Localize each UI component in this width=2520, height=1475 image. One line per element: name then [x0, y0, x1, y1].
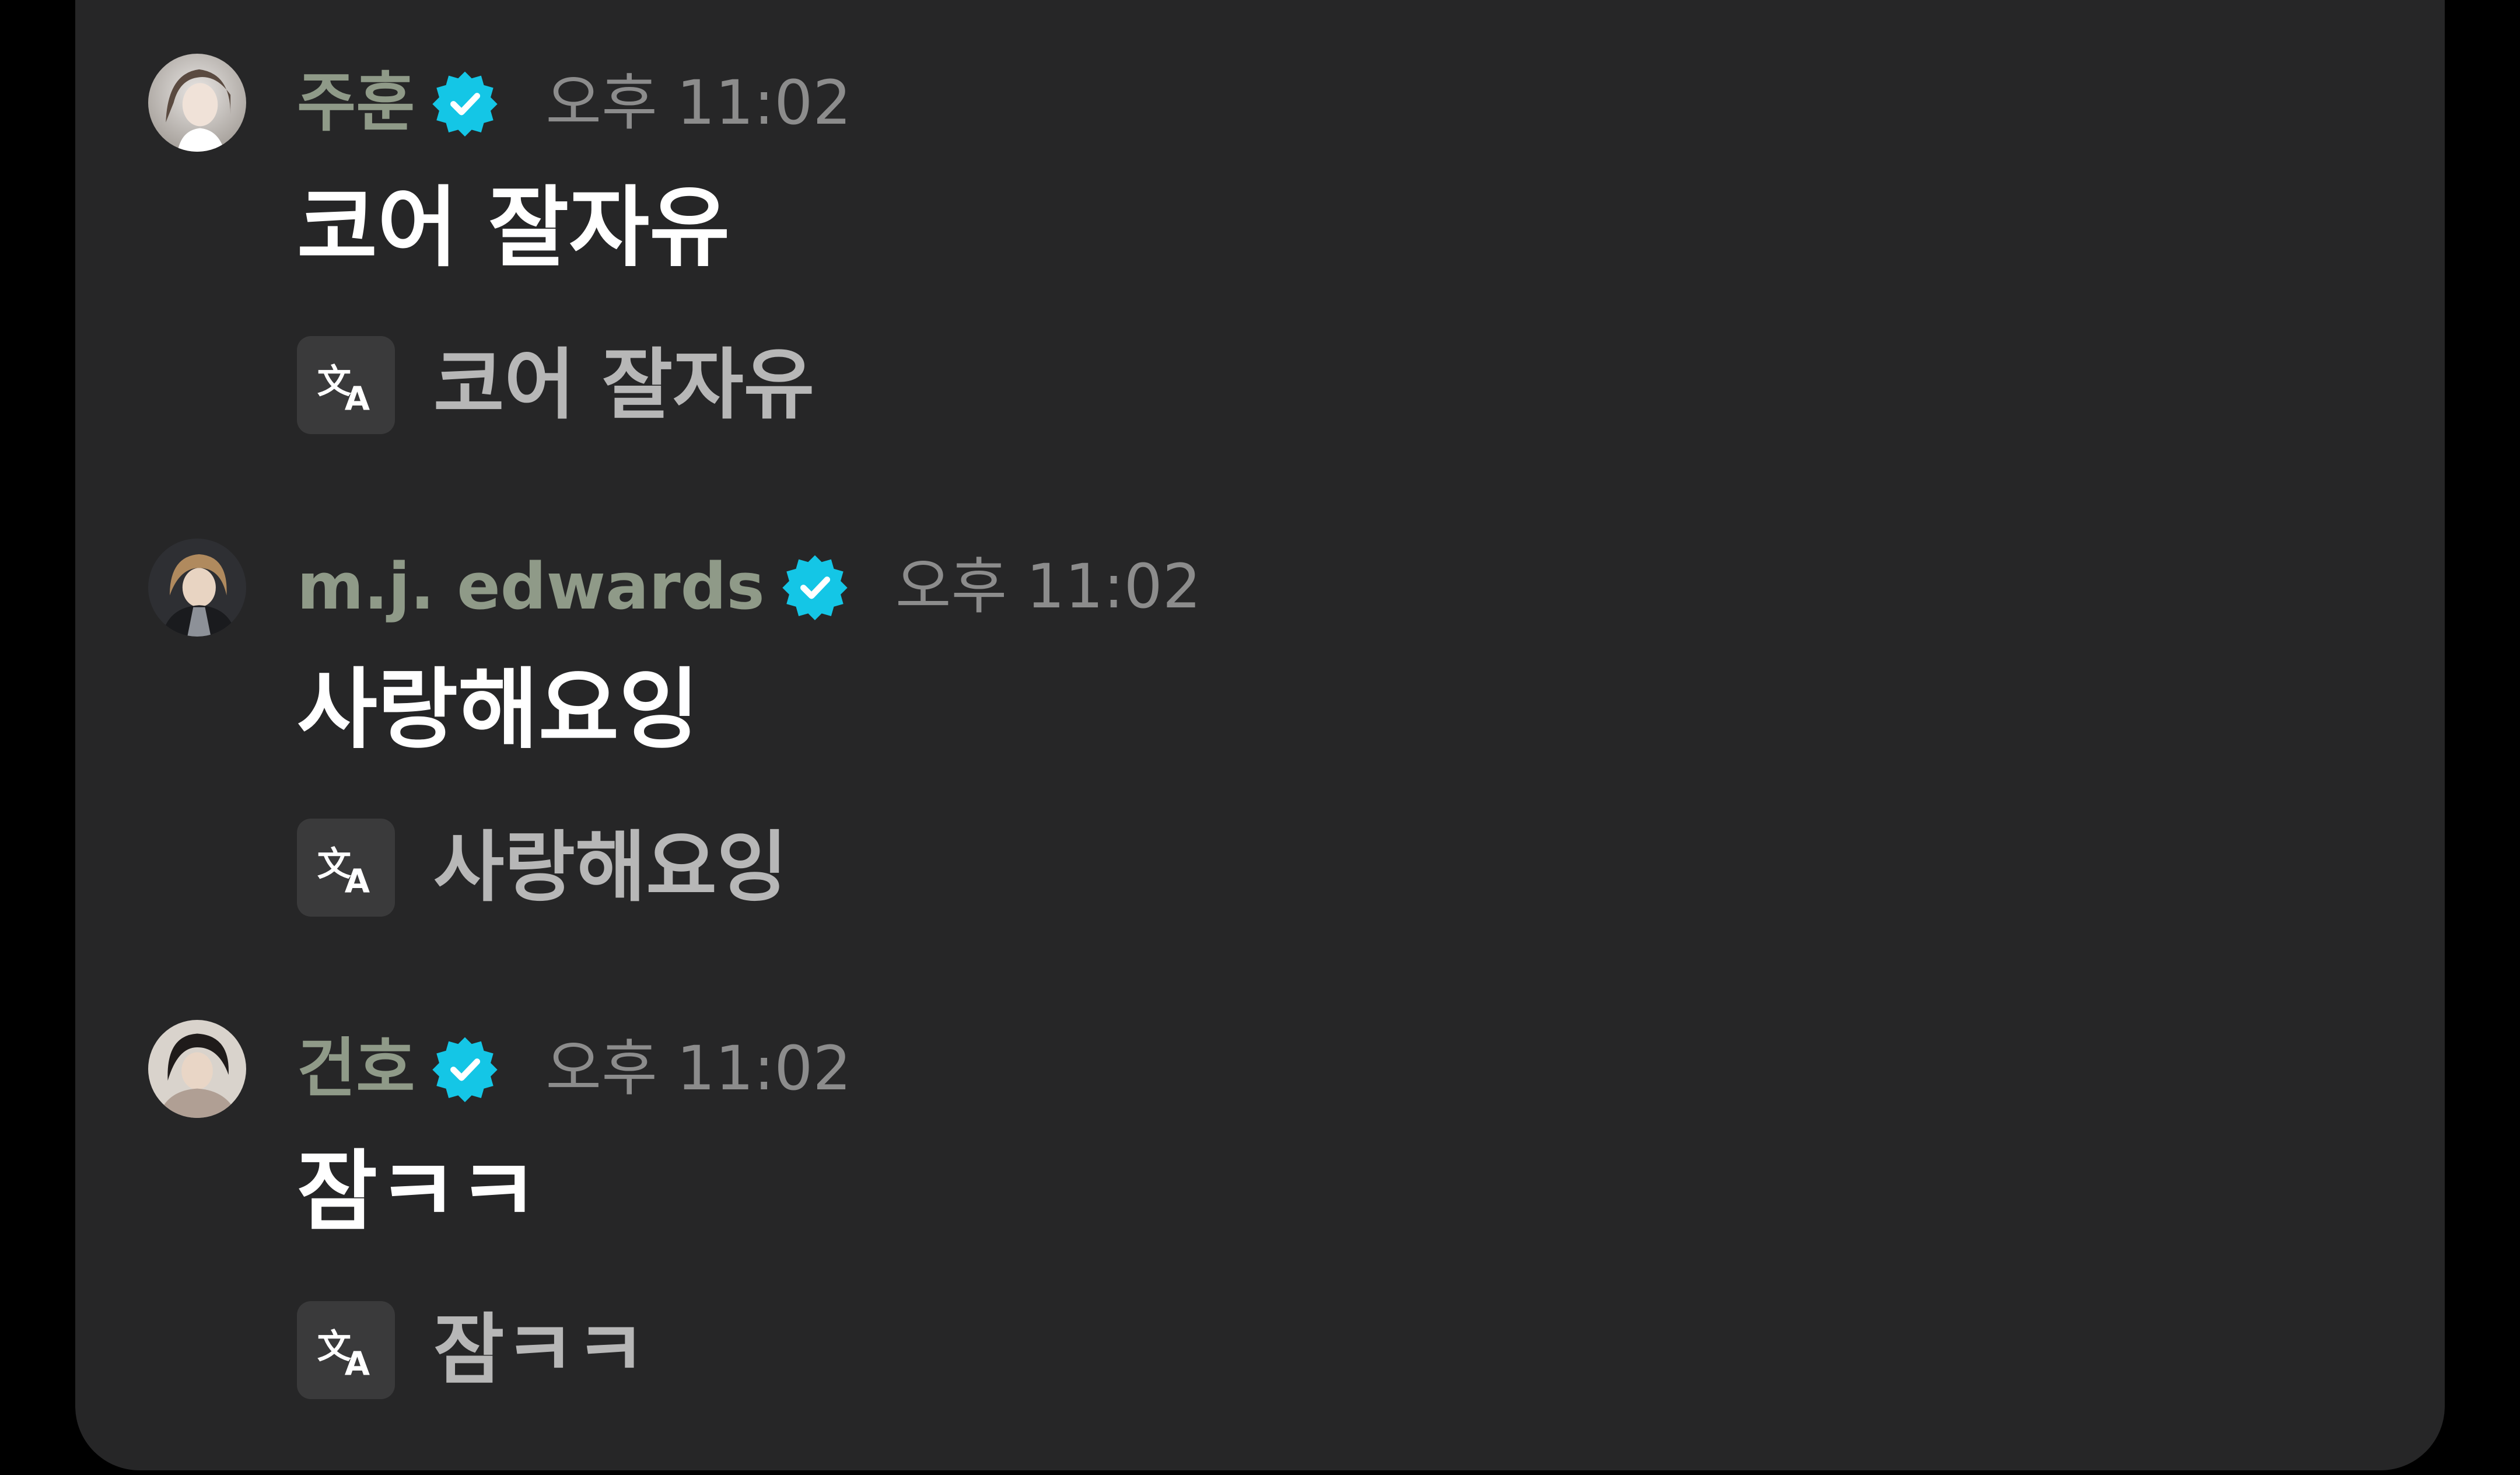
chat-panel: 주훈 오후 11:02 코어 잘자유 文 A 코어 잘자유 m.j. edwar…: [75, 0, 2445, 1470]
timestamp: 오후 11:02: [895, 551, 1201, 622]
svg-text:A: A: [345, 380, 370, 418]
translate-icon[interactable]: 文 A: [297, 819, 395, 917]
svg-text:A: A: [345, 863, 370, 900]
timestamp: 오후 11:02: [545, 1033, 852, 1104]
avatar[interactable]: [148, 1020, 246, 1118]
verified-badge-icon: [431, 69, 499, 137]
message-text: 코어 잘자유: [297, 177, 730, 279]
verified-badge-icon: [431, 1034, 499, 1102]
translation-row[interactable]: 文 A 잠ㅋㅋ: [297, 1301, 646, 1400]
avatar-photo: [148, 54, 246, 152]
translation-row[interactable]: 文 A 코어 잘자유: [297, 335, 814, 435]
avatar[interactable]: [148, 54, 246, 152]
username[interactable]: m.j. edwards: [297, 554, 765, 618]
timestamp: 오후 11:02: [545, 67, 852, 138]
message-text: 잠ㅋㅋ: [297, 1141, 539, 1243]
message-header: m.j. edwards 오후 11:02: [297, 537, 1201, 636]
message-header: 주훈 오후 11:02: [297, 53, 852, 152]
svg-text:A: A: [345, 1345, 370, 1383]
message-text: 사랑해요잉: [297, 659, 700, 761]
username[interactable]: 주훈: [297, 71, 415, 135]
verified-badge-icon: [781, 553, 849, 620]
avatar-photo: [148, 1020, 246, 1118]
translated-text: 잠ㅋㅋ: [433, 1305, 646, 1395]
avatar[interactable]: [148, 539, 246, 637]
avatar-photo: [148, 539, 246, 637]
translate-icon[interactable]: 文 A: [297, 1301, 395, 1399]
username[interactable]: 건호: [297, 1036, 415, 1100]
message-header: 건호 오후 11:02: [297, 1019, 852, 1118]
translated-text: 사랑해요잉: [433, 823, 788, 913]
translation-row[interactable]: 文 A 사랑해요잉: [297, 818, 788, 917]
translate-icon[interactable]: 文 A: [297, 336, 395, 434]
translated-text: 코어 잘자유: [433, 340, 815, 430]
